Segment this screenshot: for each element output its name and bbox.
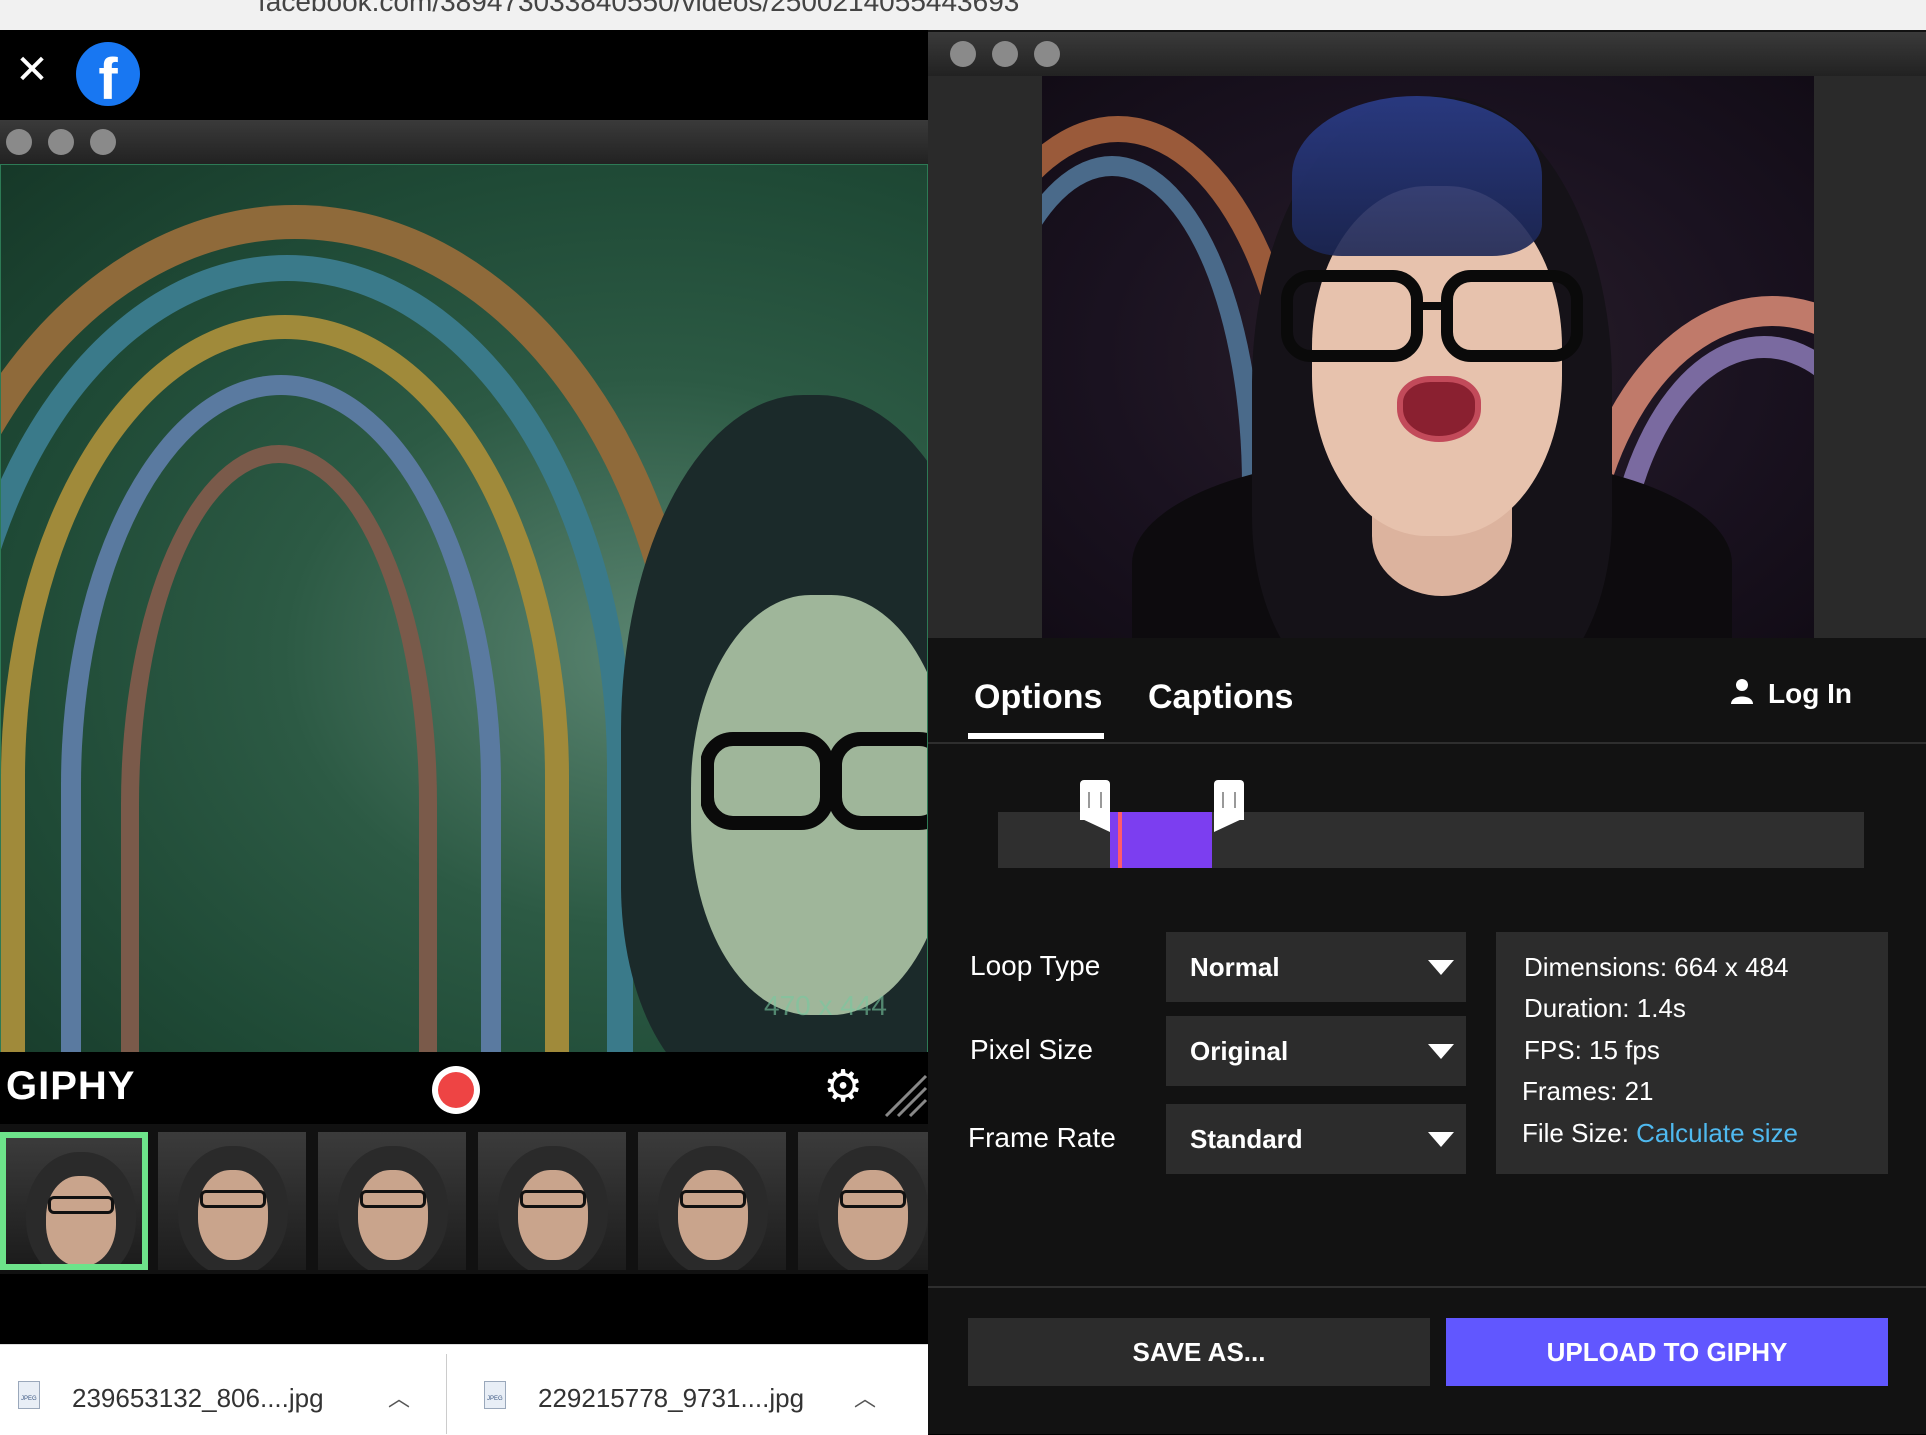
window-close-dot[interactable]	[950, 41, 976, 67]
glasses-shape	[701, 732, 927, 830]
thumbnail-item[interactable]	[158, 1132, 306, 1270]
editor-footer-divider	[928, 1286, 1926, 1288]
pixel-size-label: Pixel Size	[970, 1034, 1093, 1065]
glasses-shape	[1281, 270, 1583, 362]
duration-info: Duration: 1.4s	[1524, 993, 1686, 1023]
record-icon	[438, 1072, 474, 1108]
caret-down-icon	[1428, 1132, 1454, 1147]
user-icon[interactable]	[1730, 678, 1754, 704]
jpeg-file-icon: JPEG	[18, 1381, 40, 1409]
downloads-divider	[446, 1354, 447, 1434]
tab-captions[interactable]: Captions	[1148, 678, 1293, 717]
browser-toolbar: facebook.com/389473033840550/videos/2500…	[0, 0, 1926, 31]
chevron-up-icon[interactable]: ︿	[388, 1381, 410, 1413]
frame-rate-label: Frame Rate	[968, 1122, 1116, 1153]
tab-options[interactable]: Options	[974, 678, 1102, 717]
timeline-playhead[interactable]	[1118, 812, 1122, 868]
downloads-bar: JPEG 239653132_806....jpg ︿ JPEG 2292157…	[0, 1344, 928, 1435]
loop-type-value: Normal	[1190, 952, 1280, 982]
capture-window-titlebar[interactable]	[0, 120, 928, 164]
pixel-size-value: Original	[1190, 1036, 1289, 1066]
capture-window-footer	[0, 1274, 928, 1344]
person-mouth	[1397, 376, 1481, 442]
window-close-dot[interactable]	[6, 129, 32, 155]
jpeg-file-icon: JPEG	[484, 1381, 506, 1409]
window-zoom-dot[interactable]	[1034, 41, 1060, 67]
frame-rate-value: Standard	[1190, 1124, 1303, 1154]
facebook-logo-icon[interactable]: f	[76, 42, 140, 112]
save-as-button[interactable]: SAVE AS...	[968, 1318, 1430, 1386]
download-filename[interactable]: 239653132_806....jpg	[72, 1383, 324, 1414]
file-size-info: File Size: Calculate size	[1522, 1118, 1799, 1148]
gif-preview[interactable]	[1042, 76, 1814, 638]
fps-info: FPS: 15 fps	[1524, 1035, 1660, 1065]
frames-info: Frames: 21	[1522, 1076, 1654, 1106]
giphy-logo: GIPHY	[6, 1064, 136, 1108]
window-zoom-dot[interactable]	[90, 129, 116, 155]
capture-dimensions-label: 470 x 444	[764, 990, 887, 1021]
active-tab-indicator	[968, 733, 1104, 739]
dimensions-info: Dimensions: 664 x 484	[1524, 952, 1789, 982]
window-minimize-dot[interactable]	[48, 129, 74, 155]
caret-down-icon	[1428, 1044, 1454, 1059]
frame-rate-select[interactable]: Standard	[1166, 1104, 1466, 1174]
person-blue-bangs	[1292, 96, 1542, 256]
thumbnail-item[interactable]	[478, 1132, 626, 1270]
upload-to-giphy-button[interactable]: UPLOAD TO GIPHY	[1446, 1318, 1888, 1386]
record-button[interactable]	[432, 1066, 480, 1114]
pixel-size-select[interactable]: Original	[1166, 1016, 1466, 1086]
thumbnail-strip	[0, 1124, 928, 1274]
address-bar-url[interactable]: facebook.com/389473033840550/videos/2500…	[258, 0, 1019, 18]
caret-down-icon	[1428, 960, 1454, 975]
thumbnail-item[interactable]	[638, 1132, 786, 1270]
resize-handle-icon[interactable]	[880, 1070, 928, 1118]
close-icon[interactable]: ✕	[12, 50, 52, 90]
login-link[interactable]: Log In	[1768, 678, 1852, 710]
loop-type-select[interactable]: Normal	[1166, 932, 1466, 1002]
download-filename[interactable]: 229215778_9731....jpg	[538, 1383, 804, 1414]
timeline-end-handle[interactable]	[1214, 780, 1244, 832]
thumbnail-item[interactable]	[318, 1132, 466, 1270]
thumbnail-item[interactable]	[798, 1132, 928, 1270]
chevron-up-icon[interactable]: ︿	[854, 1381, 876, 1413]
gear-icon[interactable]: ⚙	[820, 1064, 866, 1110]
download-item[interactable]: JPEG 229215778_9731....jpg ︿	[466, 1345, 928, 1435]
facebook-logo-letter: f	[98, 47, 118, 112]
capture-preview[interactable]	[0, 164, 928, 1054]
timeline-start-handle[interactable]	[1080, 780, 1110, 832]
editor-window-titlebar[interactable]	[928, 32, 1926, 76]
window-minimize-dot[interactable]	[992, 41, 1018, 67]
loop-type-label: Loop Type	[970, 950, 1101, 981]
timeline-selection-range[interactable]	[1110, 812, 1212, 868]
gif-info-panel: Dimensions: 664 x 484 Duration: 1.4s FPS…	[1496, 932, 1888, 1174]
calculate-size-link[interactable]: Calculate size	[1636, 1118, 1798, 1148]
download-item[interactable]: JPEG 239653132_806....jpg ︿	[0, 1345, 446, 1435]
thumbnail-item[interactable]	[0, 1132, 148, 1270]
